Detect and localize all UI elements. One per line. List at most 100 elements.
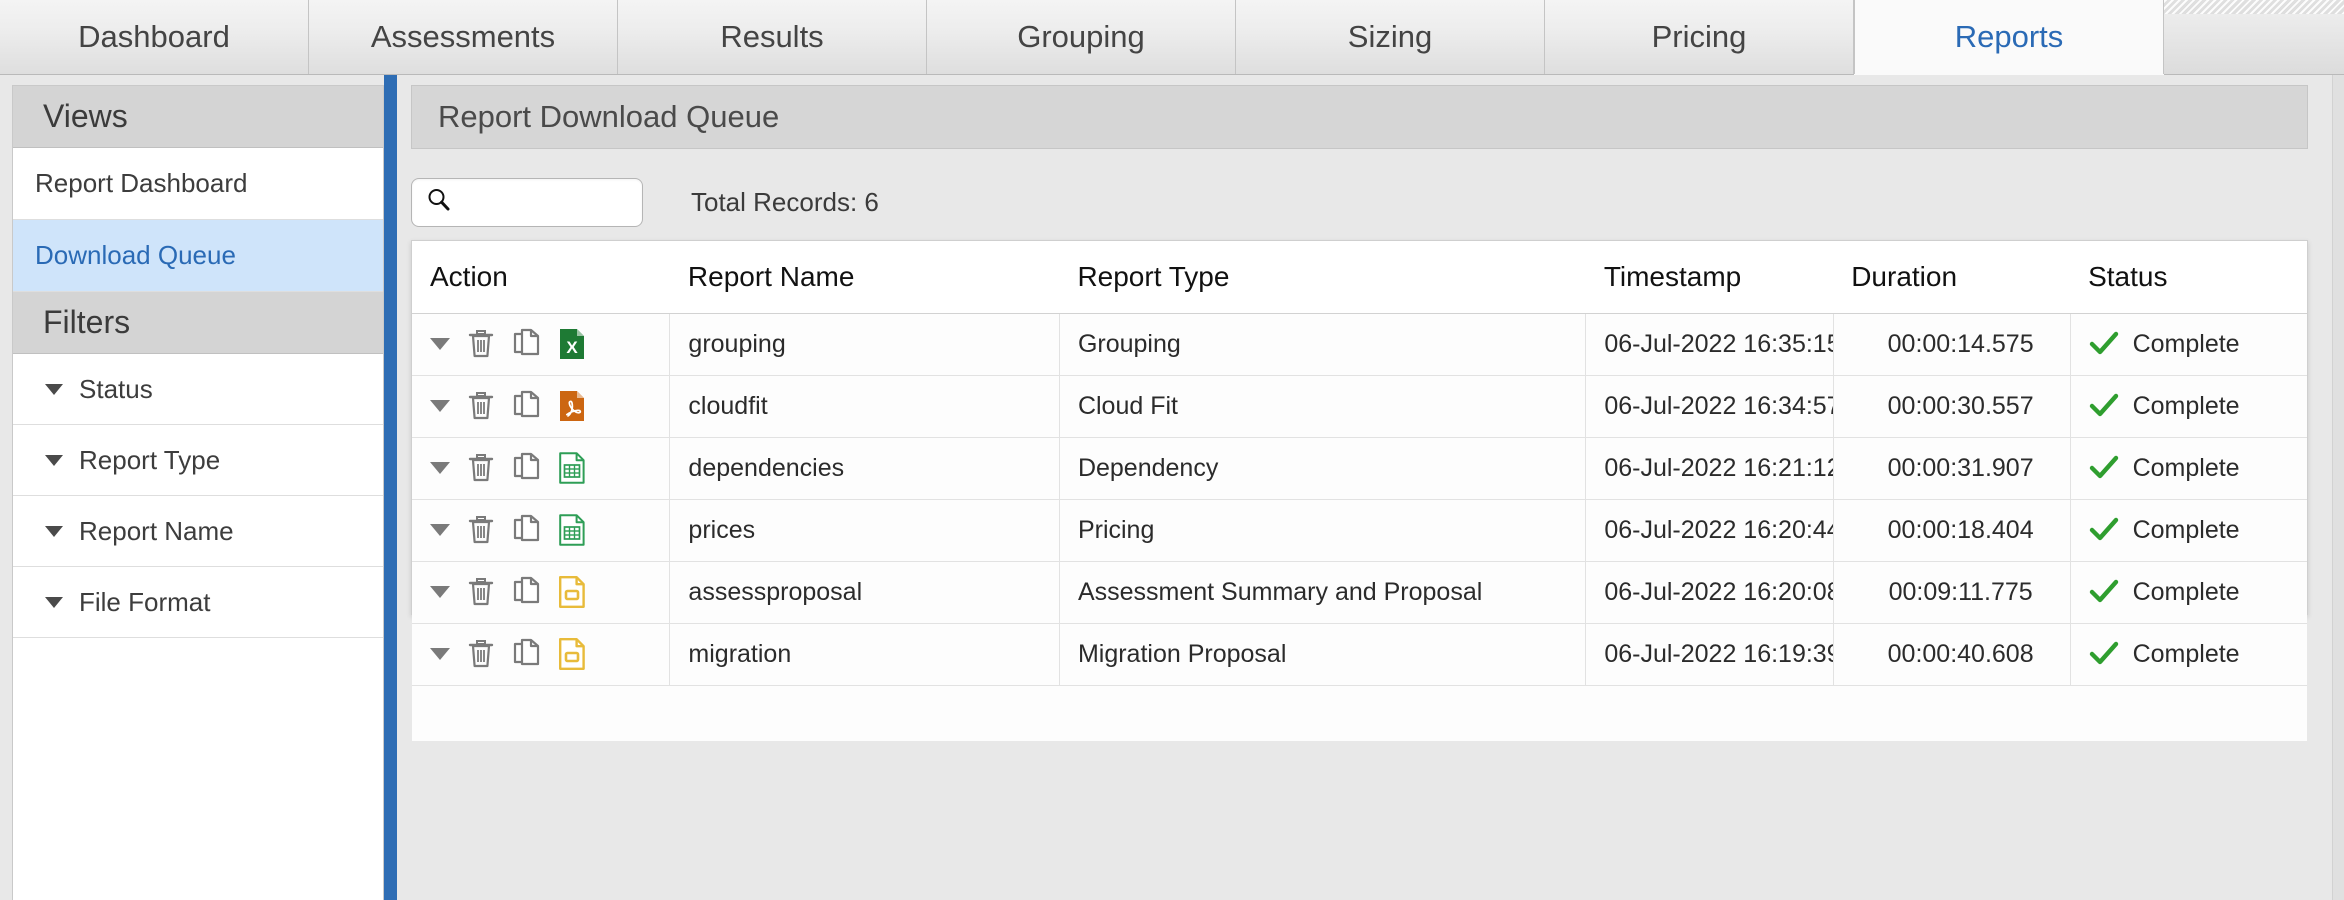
tab-results[interactable]: Results — [618, 0, 927, 74]
report-queue-grid: Action Report Name Report Type Timestamp… — [411, 240, 2308, 741]
report-queue-table: Action Report Name Report Type Timestamp… — [412, 241, 2307, 741]
tab-label: Grouping — [1017, 19, 1145, 54]
copy-icon[interactable] — [512, 390, 542, 422]
status-complete-check-icon — [2089, 455, 2119, 481]
column-header-timestamp[interactable]: Timestamp — [1585, 241, 1834, 314]
cell-timestamp: 06-Jul-2022 16:35:15 — [1585, 313, 1834, 376]
table-body: Xgrouping Grouping 06-Jul-2022 16:35:15 00:… — [412, 313, 2307, 741]
table-row[interactable]: prices Pricing 06-Jul-2022 16:20:44 00:00:1… — [412, 499, 2307, 562]
page-title: Report Download Queue — [411, 85, 2308, 149]
tab-label: Reports — [1954, 19, 2064, 54]
delete-icon[interactable] — [466, 452, 496, 484]
column-header-duration[interactable]: Duration — [1833, 241, 2071, 314]
filter-group-label: Report Type — [79, 444, 221, 475]
tab-label: Results — [720, 19, 824, 54]
filter-group-label: Status — [79, 373, 153, 404]
presentation-icon[interactable] — [558, 576, 586, 608]
cell-status: Complete — [2070, 561, 2307, 624]
sidebar-item-download-queue[interactable]: Download Queue — [13, 220, 383, 292]
status-badge: Complete — [2132, 639, 2240, 668]
row-expand-caret-icon[interactable] — [430, 400, 450, 412]
main-content-area: Report Download Queue Total Records: 6 A… — [397, 75, 2324, 900]
filter-group-status[interactable]: Status — [13, 354, 383, 425]
copy-icon[interactable] — [512, 638, 542, 670]
grid-toolbar: Total Records: 6 — [411, 171, 2308, 233]
copy-icon[interactable] — [512, 576, 542, 608]
delete-icon[interactable] — [466, 390, 496, 422]
copy-icon[interactable] — [512, 514, 542, 546]
status-complete-check-icon — [2089, 393, 2119, 419]
cell-report-type: Dependency — [1059, 437, 1587, 500]
filter-group-label: File Format — [79, 586, 211, 617]
search-box[interactable] — [411, 177, 643, 227]
table-row[interactable]: Xgrouping Grouping 06-Jul-2022 16:35:15 00:… — [412, 313, 2307, 376]
pdf-icon[interactable] — [558, 390, 586, 422]
filters-header-label: Filters — [43, 304, 131, 340]
csv-spreadsheet-icon[interactable] — [558, 514, 586, 546]
cell-status: Complete — [2070, 623, 2307, 686]
status-complete-check-icon — [2089, 517, 2119, 543]
table-filler-cell — [1833, 685, 2071, 741]
csv-spreadsheet-icon[interactable] — [558, 452, 586, 484]
tab-sizing[interactable]: Sizing — [1236, 0, 1545, 74]
cell-action — [412, 375, 671, 438]
cell-duration: 00:00:14.575 — [1833, 313, 2071, 376]
excel-xls-icon[interactable]: X — [558, 328, 586, 360]
table-row[interactable]: cloudfit Cloud Fit 06-Jul-2022 16:34:57 00:… — [412, 375, 2307, 438]
table-header-row: Action Report Name Report Type Timestamp… — [412, 241, 2307, 314]
column-header-status[interactable]: Status — [2070, 241, 2307, 314]
page-body: Views Report Dashboard Download Queue Fi… — [0, 75, 2344, 900]
row-expand-caret-icon[interactable] — [430, 524, 450, 536]
cell-action — [412, 623, 671, 686]
filter-group-label: Report Name — [79, 515, 234, 546]
filter-group-report-type[interactable]: Report Type — [13, 425, 383, 496]
filter-group-file-format[interactable]: File Format — [13, 567, 383, 638]
cell-report-name: migration — [669, 623, 1060, 686]
table-row[interactable]: assessproposal Assessment Summary and Pro… — [412, 561, 2307, 624]
delete-icon[interactable] — [466, 514, 496, 546]
cell-duration: 00:00:18.404 — [1833, 499, 2071, 562]
cell-action — [412, 561, 671, 624]
search-input[interactable] — [460, 188, 630, 216]
cell-report-type: Grouping — [1059, 313, 1587, 376]
tab-reports[interactable]: Reports — [1854, 0, 2164, 75]
column-header-report-name[interactable]: Report Name — [669, 241, 1060, 314]
tab-label: Sizing — [1347, 19, 1433, 54]
cell-report-name: cloudfit — [669, 375, 1060, 438]
delete-icon[interactable] — [466, 638, 496, 670]
cell-timestamp: 06-Jul-2022 16:19:39 — [1585, 623, 1834, 686]
sidebar-item-report-dashboard[interactable]: Report Dashboard — [13, 148, 383, 220]
cell-action — [412, 499, 671, 562]
cell-report-type: Pricing — [1059, 499, 1587, 562]
page-title-label: Report Download Queue — [438, 99, 780, 134]
row-expand-caret-icon[interactable] — [430, 338, 450, 350]
sidebar-resize-splitter[interactable] — [384, 75, 397, 900]
table-row[interactable]: dependencies Dependency 06-Jul-2022 16:21:… — [412, 437, 2307, 500]
cell-status: Complete — [2070, 499, 2307, 562]
delete-icon[interactable] — [466, 576, 496, 608]
status-badge: Complete — [2132, 391, 2240, 420]
copy-icon[interactable] — [512, 452, 542, 484]
sidebar-item-label: Report Dashboard — [35, 168, 248, 198]
column-header-action[interactable]: Action — [412, 241, 670, 314]
table-row[interactable]: migration Migration Proposal 06-Jul-2022 1… — [412, 623, 2307, 686]
row-expand-caret-icon[interactable] — [430, 586, 450, 598]
tab-grouping[interactable]: Grouping — [927, 0, 1236, 74]
row-expand-caret-icon[interactable] — [430, 648, 450, 660]
status-complete-check-icon — [2089, 579, 2119, 605]
filters-section-header: Filters — [13, 292, 383, 354]
cell-report-name: prices — [669, 499, 1060, 562]
tab-dashboard[interactable]: Dashboard — [0, 0, 309, 74]
row-expand-caret-icon[interactable] — [430, 462, 450, 474]
presentation-icon[interactable] — [558, 638, 586, 670]
right-edge-strip — [2332, 75, 2344, 900]
status-badge: Complete — [2132, 515, 2240, 544]
tab-pricing[interactable]: Pricing — [1545, 0, 1854, 74]
filter-group-report-name[interactable]: Report Name — [13, 496, 383, 567]
column-header-report-type[interactable]: Report Type — [1059, 241, 1586, 314]
cell-duration: 00:09:11.775 — [1833, 561, 2071, 624]
tab-assessments[interactable]: Assessments — [309, 0, 618, 74]
delete-icon[interactable] — [466, 328, 496, 360]
search-icon — [426, 187, 452, 218]
copy-icon[interactable] — [512, 328, 542, 360]
